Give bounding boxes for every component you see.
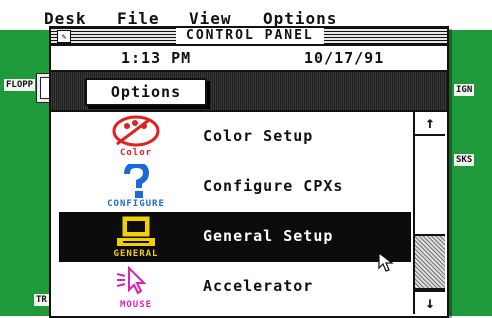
title-bar[interactable]: ✎ CONTROL PANEL [51,28,447,46]
cpx-list: Color Color Setup CONFIGURE Configure CP… [59,112,411,314]
desktop-icon-label[interactable]: IGN [454,84,475,96]
window-title: CONTROL PANEL [176,28,324,44]
close-box-icon[interactable]: ✎ [57,30,71,43]
list-item-configure-cpxs[interactable]: CONFIGURE Configure CPXs [59,162,411,214]
list-item-general-setup[interactable]: GENERAL General Setup [59,212,411,264]
scroll-thumb[interactable] [415,234,445,290]
scroll-down-icon[interactable]: ↓ [415,290,445,314]
palette-icon [112,115,160,147]
list-item-color-setup[interactable]: Color Color Setup [59,112,411,164]
clock-row: 1:13 PM 10/17/91 [51,46,447,70]
color-setup-label: Color Setup [203,127,314,145]
computer-icon [117,216,155,246]
question-mark-icon [124,164,150,198]
time-display[interactable]: 1:13 PM [121,49,191,67]
disks-label[interactable]: SKS [454,154,475,166]
mouse-caption: MOUSE [119,300,153,310]
general-caption: GENERAL [113,249,159,259]
mouse-pointer-icon [378,252,394,272]
configure-caption: CONFIGURE [107,199,165,209]
configure-cpxs-label: Configure CPXs [203,177,344,195]
options-bar: Options [51,70,447,112]
mouse-cursor-icon [116,265,147,295]
trash-label[interactable]: TR [34,294,49,306]
list-item-accelerator[interactable]: MOUSE Accelerator [59,262,411,312]
scroll-up-icon[interactable]: ↑ [415,112,445,136]
date-display[interactable]: 10/17/91 [304,49,384,67]
accelerator-label: Accelerator [203,277,314,295]
scrollbar[interactable]: ↑ ↓ [413,112,445,314]
color-caption: Color [119,148,153,158]
floppy-drive-label[interactable]: FLOPP [4,79,36,91]
control-panel-window: ✎ CONTROL PANEL 1:13 PM 10/17/91 Options… [49,26,449,318]
scroll-track[interactable] [415,136,445,290]
options-button[interactable]: Options [85,78,207,106]
general-setup-label: General Setup [203,227,334,245]
